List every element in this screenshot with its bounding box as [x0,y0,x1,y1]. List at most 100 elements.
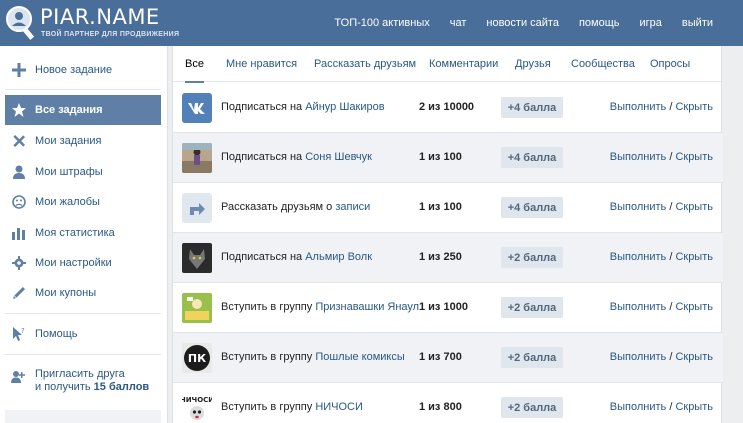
nav-top100[interactable]: ТОП-100 активных [324,17,439,29]
points-badge: +4 балла [501,97,563,118]
task-text: Вступить в группу Пошлые комиксы [221,351,405,363]
task-row: Вступить в группу Признавашки Янаул 1 из… [173,283,723,333]
task-row: ПК Вступить в группу Пошлые комиксы 1 из… [173,333,723,383]
nav-chat[interactable]: чат [440,17,477,29]
magnifier-logo-icon [6,6,35,40]
logo-subtitle: ТВОЙ ПАРТНЕР ДЛЯ ПРОДВИЖЕНИЯ [41,31,180,38]
plus-icon [11,62,27,78]
hide-button[interactable]: Скрыть [675,351,713,363]
do-button[interactable]: Выполнить [610,101,666,113]
sidebar: Новое задание Все задания Мои задания Мо… [0,46,168,423]
task-target-link[interactable]: Пошлые комиксы [315,351,404,363]
task-actions: Выполнить / Скрыть [610,101,713,113]
tab-all[interactable]: Все [185,46,204,83]
sidebar-item-my-stats[interactable]: Моя статистика [5,218,161,248]
svg-text:?: ? [21,327,25,335]
sidebar-item-my-complaints[interactable]: Мои жалобы [5,187,161,217]
star-icon [11,102,27,118]
invite-bonus: 15 баллов [93,381,150,393]
points-badge: +2 балла [501,397,563,418]
task-text: Подписаться на Соня Шевчук [221,151,372,163]
sidebar-item-label: Мои жалобы [35,196,100,208]
tab-comments[interactable]: Комментарии [429,46,498,82]
group-avatar [182,293,212,323]
tasks-panel: Все Мне нравится Рассказать друзьям Комм… [172,46,723,423]
task-progress: 1 из 800 [419,401,462,413]
task-target-link[interactable]: НИЧОСИ [315,401,363,413]
nav-logout[interactable]: выйти [672,17,723,29]
wolf-avatar [182,243,212,273]
nichosi-logo: НИЧОСИ [182,393,212,423]
sidebar-item-my-fines[interactable]: Мои штрафы [5,157,161,187]
invite-friend-link[interactable]: Пригласить друга и получить 15 баллов [5,364,161,408]
task-actions: Выполнить / Скрыть [610,351,713,363]
site-logo[interactable]: PIAR.NAME ТВОЙ ПАРТНЕР ДЛЯ ПРОДВИЖЕНИЯ [4,4,180,42]
sidebar-item-all-tasks[interactable]: Все задания [5,95,161,125]
task-action: Подписаться на [221,251,306,263]
task-text: Рассказать друзьям о записи [221,201,370,213]
task-row: Подписаться на Айнур Шакиров 2 из 10000 … [173,83,723,133]
task-target-link[interactable]: Признавашки Янаул [315,301,419,313]
points-badge: +2 балла [501,247,563,268]
task-progress: 1 из 100 [419,201,462,213]
sidebar-item-my-tasks[interactable]: Мои задания [5,126,161,156]
vk-logo-icon [182,93,212,123]
sidebar-item-label: Помощь [35,328,78,340]
task-text: Подписаться на Альмир Волк [221,251,372,263]
tab-friends[interactable]: Друзья [515,46,551,82]
user-icon [11,164,27,180]
sidebar-item-new-task[interactable]: Новое задание [5,55,161,85]
task-action: Вступить в группу [221,351,316,363]
task-target-link[interactable]: Альмир Волк [305,251,372,263]
divider [5,354,161,355]
do-button[interactable]: Выполнить [610,201,666,213]
nav-game[interactable]: игра [630,17,672,29]
sidebar-item-label: Мои настройки [35,257,112,269]
task-actions: Выполнить / Скрыть [610,251,713,263]
hide-button[interactable]: Скрыть [675,101,713,113]
task-action: Рассказать друзьям о [221,201,336,213]
hide-button[interactable]: Скрыть [675,151,713,163]
do-button[interactable]: Выполнить [610,151,666,163]
hide-button[interactable]: Скрыть [675,301,713,313]
do-button[interactable]: Выполнить [610,351,666,363]
points-badge: +2 балла [501,297,563,318]
task-row: Рассказать друзьям о записи 1 из 100 +4 … [173,183,723,233]
task-progress: 1 из 250 [419,251,462,263]
hide-button[interactable]: Скрыть [675,201,713,213]
divider [5,313,161,314]
sidebar-item-label: Все задания [35,104,103,116]
sidebar-item-my-settings[interactable]: Мои настройки [5,248,161,278]
task-actions: Выполнить / Скрыть [610,301,713,313]
sidebar-item-help[interactable]: ? Помощь [5,319,161,349]
task-text: Вступить в группу Признавашки Янаул [221,301,419,313]
sidebar-item-my-coupons[interactable]: Мои купоны [5,278,161,308]
task-progress: 1 из 100 [419,151,462,163]
tab-communities[interactable]: Сообщества [571,46,635,82]
sidebar-footer-block [5,410,161,423]
nav-news[interactable]: новости сайта [476,17,569,29]
bar-chart-icon [11,225,27,241]
points-badge: +4 балла [501,197,563,218]
tab-share[interactable]: Рассказать друзьям [314,46,416,82]
pencil-icon [11,285,27,301]
task-target-link[interactable]: Айнур Шакиров [305,101,384,113]
do-button[interactable]: Выполнить [610,251,666,263]
task-target-link[interactable]: записи [335,201,370,213]
svg-text:НИЧОСИ: НИЧОСИ [182,396,212,404]
top-nav: ТОП-100 активных чат новости сайта помощ… [324,0,723,46]
invite-line-1: Пригласить друга [35,368,125,380]
do-button[interactable]: Выполнить [610,301,666,313]
task-action: Подписаться на [221,151,306,163]
hide-button[interactable]: Скрыть [675,401,713,413]
sidebar-item-label: Мои задания [35,135,102,147]
share-arrow-icon [182,193,212,223]
do-button[interactable]: Выполнить [610,401,666,413]
gear-icon [11,255,27,271]
tab-polls[interactable]: Опросы [650,46,690,82]
tab-likes[interactable]: Мне нравится [226,46,297,82]
points-badge: +4 балла [501,147,563,168]
hide-button[interactable]: Скрыть [675,251,713,263]
task-target-link[interactable]: Соня Шевчук [305,151,372,163]
nav-help[interactable]: помощь [569,17,630,29]
